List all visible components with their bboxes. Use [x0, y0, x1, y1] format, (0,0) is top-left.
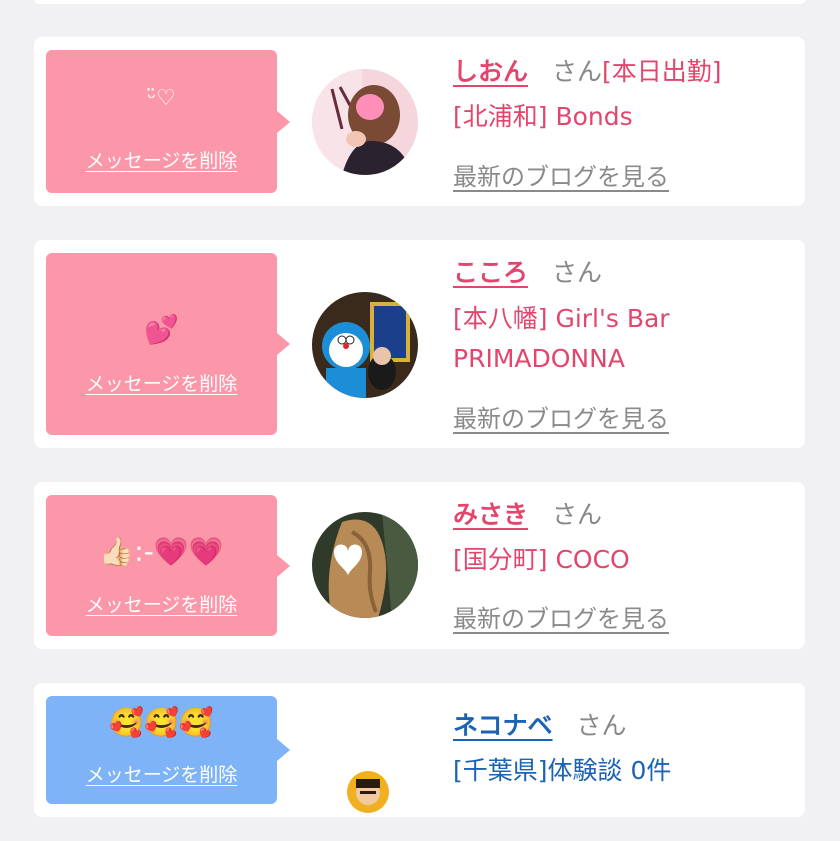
- latest-blog-link[interactable]: 最新のブログを見る: [453, 599, 669, 634]
- sender-name-line: こころ さん: [453, 258, 602, 288]
- delete-message-link[interactable]: メッセージを削除: [46, 369, 277, 396]
- sender-name-line: ネコナベ さん: [453, 711, 627, 741]
- message-card: 👍🏻:-💗💗 メッセージを削除 みさき さん [国分町] COCO 最新のブログを…: [34, 482, 805, 649]
- message-bubble: ᵕ̈♡ メッセージを削除: [46, 50, 290, 193]
- sender-name-link[interactable]: こころ: [453, 258, 528, 287]
- honorific: さん: [552, 57, 603, 86]
- message-bubble: 👍🏻:-💗💗 メッセージを削除: [46, 495, 290, 636]
- delete-message-link[interactable]: メッセージを削除: [46, 590, 277, 617]
- message-bubble: 💕 メッセージを削除: [46, 253, 290, 435]
- message-text: ᵕ̈♡: [147, 86, 176, 111]
- message-text: 💕: [144, 313, 179, 346]
- latest-blog-link[interactable]: 最新のブログを見る: [453, 399, 669, 434]
- message-text: 👍🏻:-💗💗: [99, 535, 224, 568]
- sender-name-line: みさき さん: [453, 500, 602, 530]
- shop-line: [本八幡] Girl's Bar: [453, 304, 670, 333]
- shop-line: [国分町] COCO: [453, 545, 630, 574]
- attendance-status: [本日出勤]: [602, 57, 722, 86]
- sender-name-link[interactable]: しおん: [453, 57, 528, 86]
- previous-card-edge: [34, 0, 805, 4]
- shop-line: [北浦和] Bonds: [453, 102, 633, 131]
- avatar[interactable]: [347, 771, 389, 813]
- review-count-line: [千葉県]体験談 0件: [453, 756, 672, 785]
- message-card: 🥰🥰🥰 メッセージを削除 ネコナベ さん [千葉県]体験談 0件: [34, 683, 805, 817]
- honorific: さん: [552, 500, 603, 529]
- sender-name-link[interactable]: ネコナベ: [453, 711, 553, 740]
- latest-blog-link[interactable]: 最新のブログを見る: [453, 157, 669, 192]
- delete-message-link[interactable]: メッセージを削除: [46, 760, 277, 787]
- delete-message-link[interactable]: メッセージを削除: [46, 146, 277, 173]
- honorific: さん: [552, 258, 603, 287]
- avatar[interactable]: [312, 69, 418, 175]
- message-bubble: 🥰🥰🥰 メッセージを削除: [46, 696, 290, 804]
- sender-name-link[interactable]: みさき: [453, 500, 528, 529]
- avatar[interactable]: [312, 292, 418, 398]
- message-card: 💕 メッセージを削除 こころ さん [本八幡] Girl's Bar PRIMAD…: [34, 240, 805, 448]
- avatar[interactable]: [312, 512, 418, 618]
- shop-line: PRIMADONNA: [453, 344, 625, 373]
- message-card: ᵕ̈♡ メッセージを削除 しおん さん[本日出勤] [北浦和] Bonds 最新の…: [34, 37, 805, 206]
- honorific: さん: [576, 711, 627, 740]
- sender-name-line: しおん さん[本日出勤]: [453, 57, 722, 87]
- message-text: 🥰🥰🥰: [109, 706, 214, 739]
